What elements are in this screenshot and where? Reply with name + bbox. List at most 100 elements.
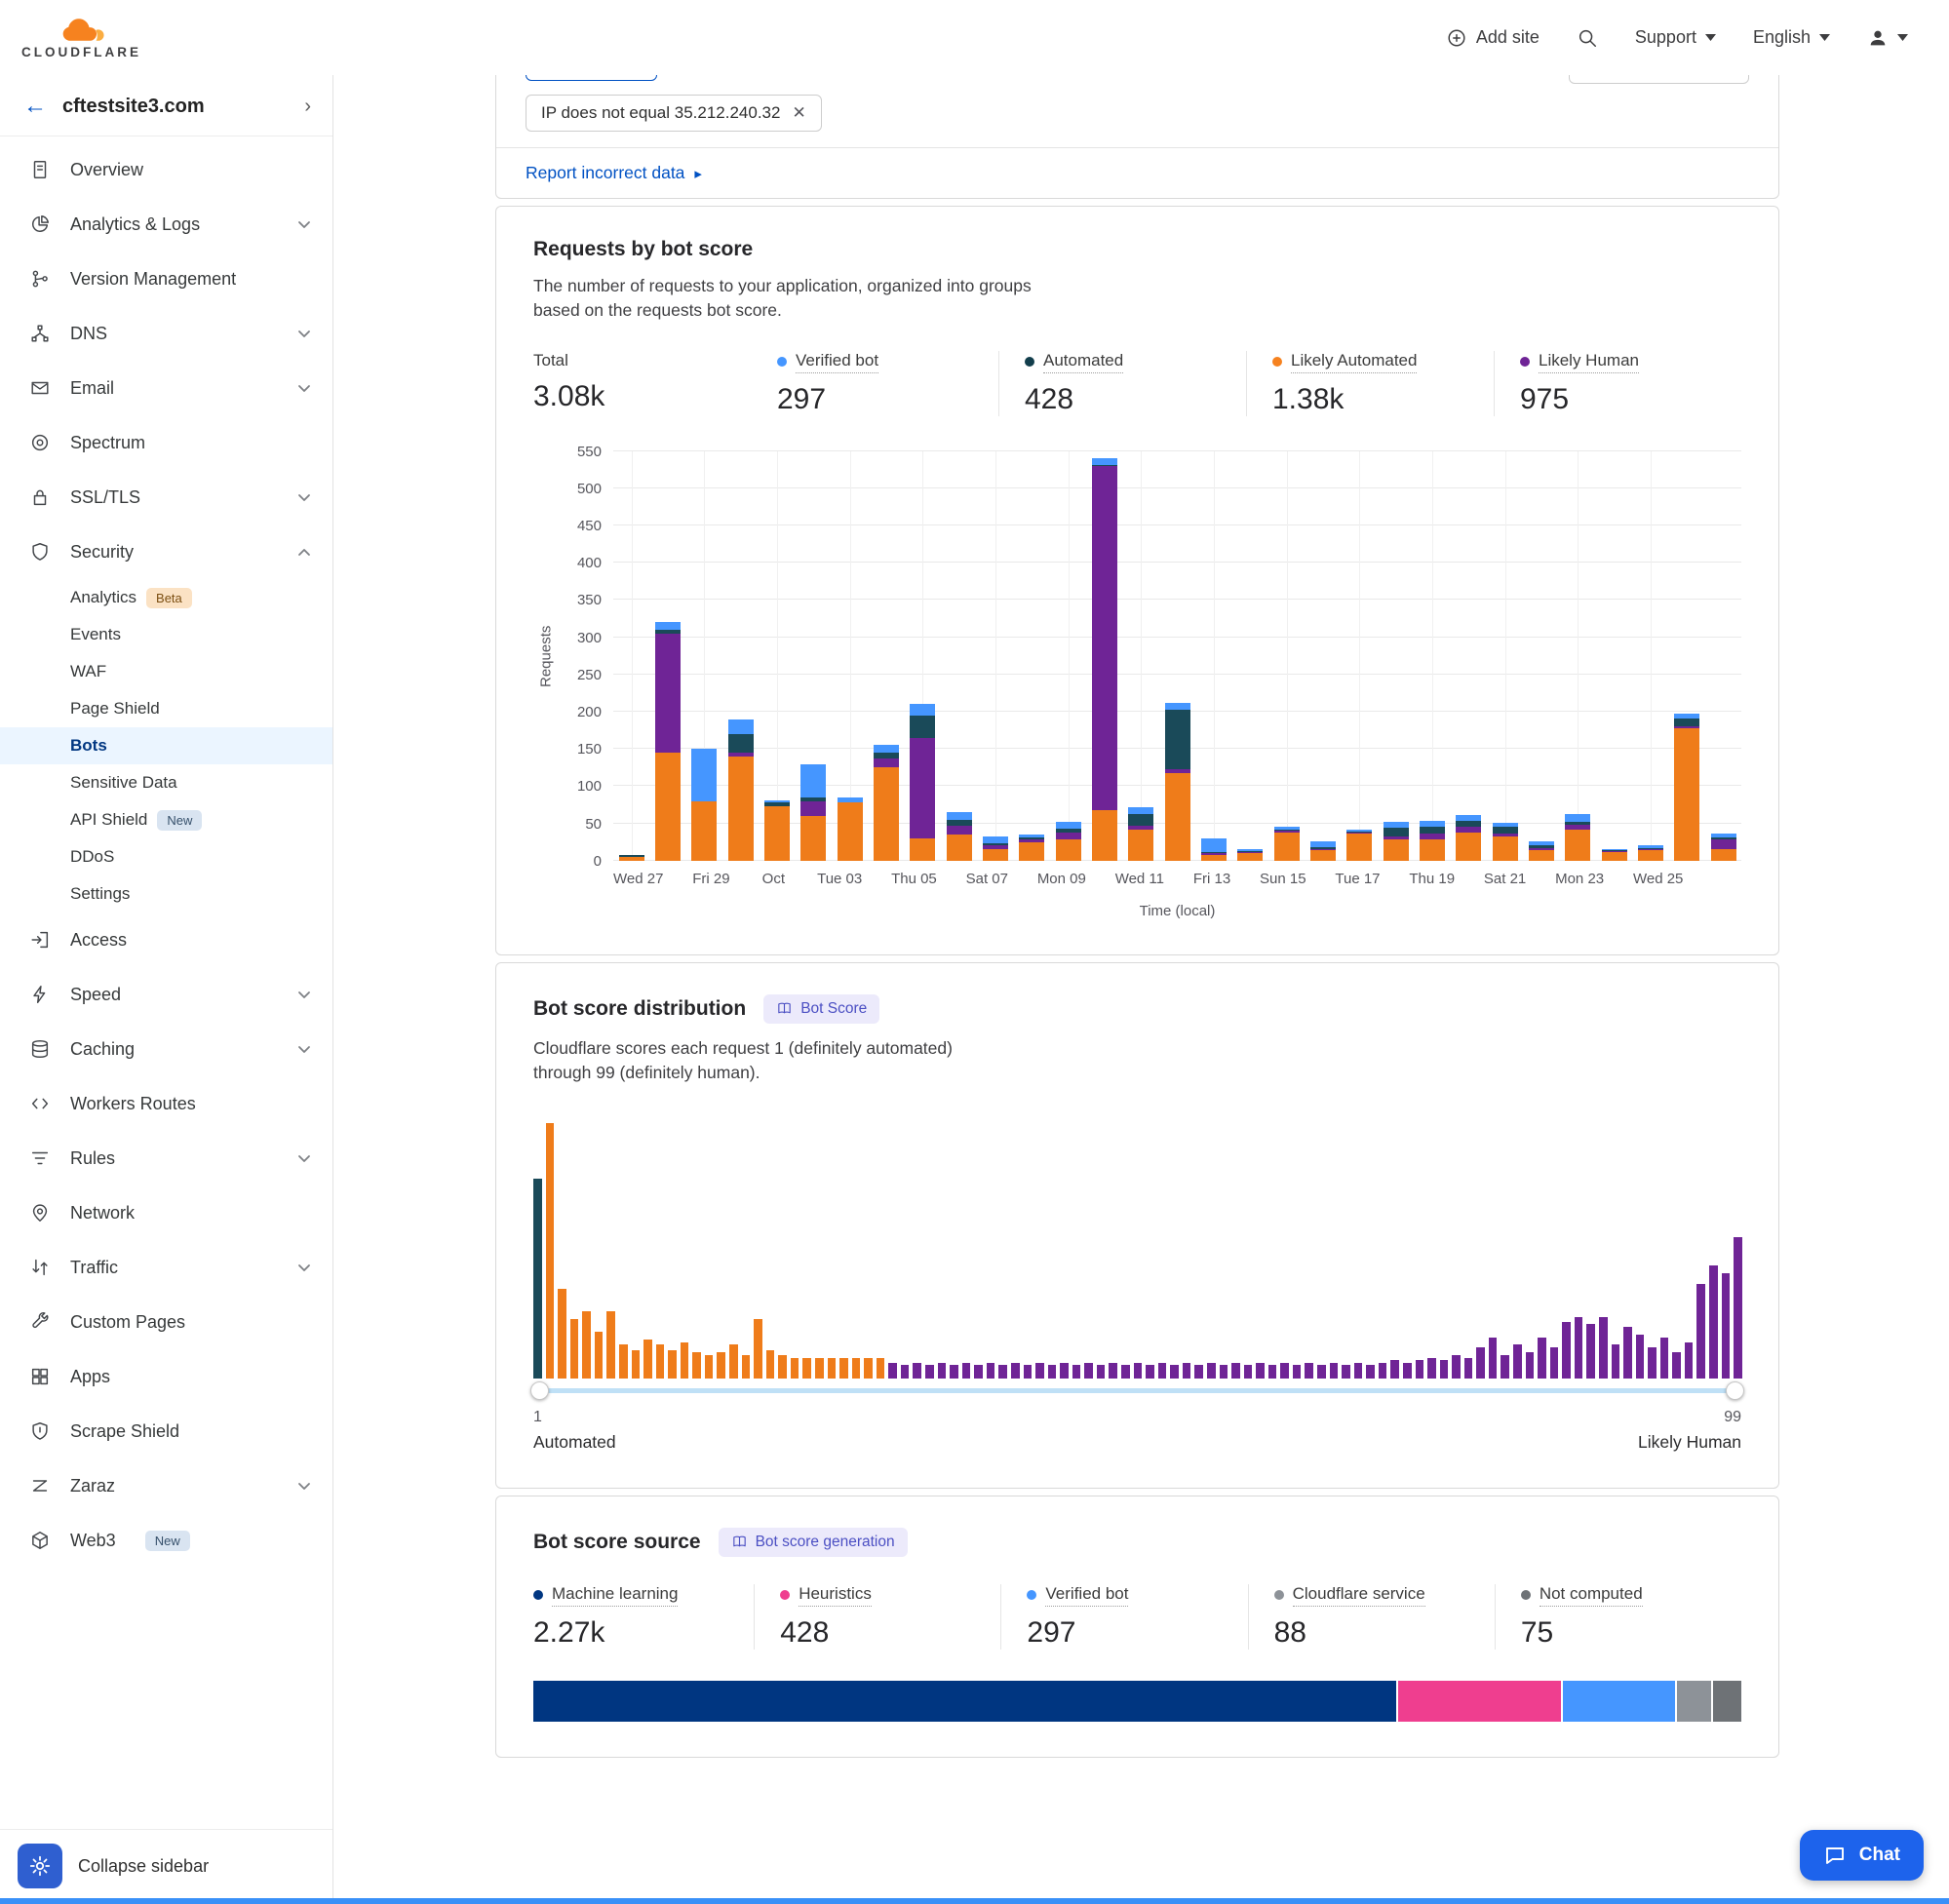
sidebar-item-events[interactable]: Events [0, 616, 332, 653]
bot-score-generation-badge[interactable]: Bot score generation [719, 1528, 908, 1557]
sidebar-item-rules[interactable]: Rules [0, 1131, 332, 1185]
chart-bar [1674, 714, 1699, 860]
language-menu[interactable]: English [1753, 27, 1830, 48]
sidebar-item-zaraz[interactable]: Zaraz [0, 1458, 332, 1513]
sidebar-item-ddos[interactable]: DDoS [0, 838, 332, 875]
bot-score-badge[interactable]: Bot Score [763, 994, 879, 1024]
bar-segment-automated [1165, 710, 1190, 769]
x-tick-label [1604, 871, 1633, 887]
sidebar-item-speed[interactable]: Speed [0, 967, 332, 1022]
sidebar-item-label: Spectrum [70, 433, 145, 453]
histogram-bar [619, 1344, 628, 1378]
sidebar-item-ssl-tls[interactable]: SSL/TLS [0, 470, 332, 525]
sidebar-item-version-management[interactable]: Version Management [0, 252, 332, 306]
score-range-slider[interactable] [533, 1381, 1741, 1400]
histogram-bar [766, 1350, 775, 1379]
legend-dot [780, 1590, 790, 1600]
sidebar-item-caching[interactable]: Caching [0, 1022, 332, 1076]
histogram-bar [1293, 1365, 1302, 1378]
sidebar-item-api-shield[interactable]: API ShieldNew [0, 801, 332, 838]
y-tick-label: 550 [577, 444, 602, 460]
sidebar-item-apps[interactable]: Apps [0, 1349, 332, 1404]
histogram-bar [1562, 1322, 1571, 1379]
stat-heuristics: Heuristics428 [754, 1584, 1000, 1650]
chart-bar [838, 797, 863, 861]
sidebar-item-sensitive-data[interactable]: Sensitive Data [0, 764, 332, 801]
sidebar-footer: Collapse sidebar [0, 1829, 332, 1904]
bar-segment-likely-automated [1493, 836, 1518, 860]
requests-chart-yaxis: 050100150200250300350400450500550 [559, 451, 602, 861]
collapse-sidebar-button[interactable]: Collapse sidebar [78, 1856, 209, 1877]
histogram-bar [546, 1123, 555, 1379]
bar-segment-verified-bot [947, 812, 972, 820]
histogram-bar [1586, 1324, 1595, 1378]
chart-bar [1565, 814, 1590, 860]
histogram-bar [1354, 1363, 1363, 1379]
sidebar-item-security[interactable]: Security [0, 525, 332, 579]
settings-gear-button[interactable] [18, 1844, 62, 1888]
sidebar-item-scrape-shield[interactable]: Scrape Shield [0, 1404, 332, 1458]
sidebar-item-overview[interactable]: Overview [0, 142, 332, 197]
sidebar-item-web3[interactable]: Web3New [0, 1513, 332, 1568]
stat-machine-learning: Machine learning2.27k [533, 1584, 754, 1650]
histogram-bar [1097, 1365, 1106, 1378]
chevron-down-icon [1819, 34, 1830, 41]
x-tick-label [1381, 871, 1410, 887]
chat-button[interactable]: Chat [1800, 1830, 1924, 1881]
back-arrow-icon[interactable]: ← [23, 95, 47, 118]
histogram-bar [1256, 1363, 1265, 1379]
sidebar-item-page-shield[interactable]: Page Shield [0, 690, 332, 727]
vertical-gridline [1069, 451, 1070, 861]
slider-handle-min[interactable] [530, 1381, 549, 1400]
stat-value: 1.38k [1272, 383, 1476, 416]
chart-bar-slot [977, 451, 1013, 861]
x-tick-label: Oct [759, 871, 788, 887]
chart-bar-slot [868, 451, 904, 861]
sidebar-item-workers-routes[interactable]: Workers Routes [0, 1076, 332, 1131]
sidebar-item-settings[interactable]: Settings [0, 875, 332, 913]
account-menu[interactable] [1867, 27, 1908, 49]
histogram-bar [1121, 1365, 1130, 1378]
sidebar-item-email[interactable]: Email [0, 361, 332, 415]
sidebar-item-label: Web3 [70, 1531, 116, 1551]
sidebar-item-traffic[interactable]: Traffic [0, 1240, 332, 1295]
sidebar-item-label: Scrape Shield [70, 1421, 179, 1442]
dns-icon [29, 323, 51, 344]
sidebar-item-waf[interactable]: WAF [0, 653, 332, 690]
histogram-bar [656, 1344, 665, 1378]
support-menu[interactable]: Support [1635, 27, 1716, 48]
site-expander-icon[interactable]: › [304, 96, 311, 118]
sidebar-item-bots[interactable]: Bots [0, 727, 332, 764]
histogram-bar [606, 1311, 615, 1378]
chart-bar [947, 812, 972, 861]
sidebar-item-access[interactable]: Access [0, 913, 332, 967]
histogram-bar [1623, 1327, 1632, 1378]
remove-filter-icon[interactable]: ✕ [792, 103, 805, 123]
sidebar-subitem-label: WAF [70, 662, 106, 681]
sidebar-item-network[interactable]: Network [0, 1185, 332, 1240]
slider-handle-max[interactable] [1726, 1381, 1744, 1400]
sidebar-item-custom-pages[interactable]: Custom Pages [0, 1295, 332, 1349]
chart-bar [691, 749, 717, 861]
histogram-bar [1685, 1342, 1694, 1379]
bar-segment-likely-automated [983, 849, 1008, 860]
sidebar-item-analytics[interactable]: AnalyticsBeta [0, 579, 332, 616]
report-incorrect-data-link[interactable]: Report incorrect data ▸ [526, 163, 702, 183]
add-site-button[interactable]: Add site [1446, 27, 1540, 49]
cloudflare-logo[interactable]: CLOUDFLARE [21, 16, 141, 59]
sidebar-item-dns[interactable]: DNS [0, 306, 332, 361]
stat-value: 88 [1274, 1616, 1477, 1650]
stat-value: 297 [777, 383, 981, 416]
sidebar-item-analytics-logs[interactable]: Analytics & Logs [0, 197, 332, 252]
chart-bar-slot [1232, 451, 1268, 861]
chart-bar [1128, 807, 1153, 861]
source-card-title: Bot score source [533, 1531, 701, 1554]
filter-chip[interactable]: IP does not equal 35.212.240.32 ✕ [526, 95, 822, 132]
source-stats: Machine learning2.27kHeuristics428Verifi… [533, 1584, 1741, 1650]
sidebar-item-spectrum[interactable]: Spectrum [0, 415, 332, 470]
source-bar-segment-cloudflare-service [1677, 1681, 1710, 1722]
scrape-icon [29, 1420, 51, 1442]
search-icon[interactable] [1577, 27, 1598, 49]
bar-segment-likely-automated [1529, 850, 1554, 861]
histogram-bar [681, 1342, 689, 1379]
